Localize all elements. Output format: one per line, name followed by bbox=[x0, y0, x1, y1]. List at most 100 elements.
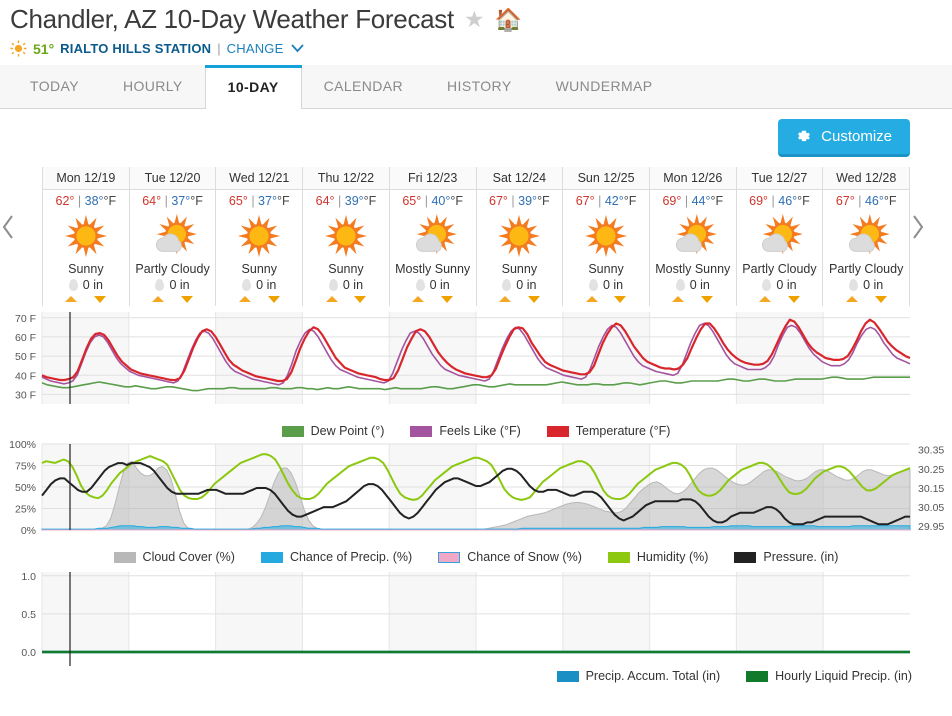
day-temps: 67° | 42°°F bbox=[575, 194, 637, 208]
day-precip-value: 0 in bbox=[342, 278, 364, 292]
day-temps: 67° | 46°°F bbox=[835, 194, 897, 208]
legend-swatch bbox=[410, 425, 433, 437]
day-temps: 69° | 44°°F bbox=[662, 194, 724, 208]
legend-item[interactable]: Pressure. (in) bbox=[734, 550, 838, 564]
conditions-chart-svg[interactable]: 0% 25% 50% 75% 100% 29.95 30.05 30.15 30.25 30.35 bbox=[0, 438, 952, 550]
tab-hourly[interactable]: HOURLY bbox=[101, 65, 205, 108]
day-column[interactable]: Sat 12/24 67° | 39°°F Sunny 0 in bbox=[476, 167, 564, 306]
legend-swatch bbox=[746, 670, 769, 682]
tab-history[interactable]: HISTORY bbox=[425, 65, 534, 108]
day-low: 46° bbox=[864, 194, 884, 208]
legend-label: Chance of Precip. (%) bbox=[289, 550, 413, 564]
day-high: 64° bbox=[142, 194, 162, 208]
chevron-down-icon[interactable] bbox=[291, 44, 305, 53]
tab-wundermap[interactable]: WUNDERMAP bbox=[534, 65, 675, 108]
sunset-icon bbox=[354, 296, 367, 303]
legend-label: Feels Like (°F) bbox=[439, 424, 521, 438]
day-column[interactable]: Tue 12/27 69° | 46°°F Partly Cloudy 0 in bbox=[736, 167, 824, 306]
droplet-icon bbox=[328, 279, 338, 291]
droplet-icon bbox=[675, 279, 685, 291]
legend-item[interactable]: Chance of Snow (%) bbox=[438, 550, 582, 564]
legend-item[interactable]: Feels Like (°F) bbox=[410, 424, 521, 438]
sunrise-icon bbox=[238, 296, 251, 302]
sunny-icon bbox=[216, 210, 302, 262]
precipitation-chart-legend: Precip. Accum. Total (in) Hourly Liquid P… bbox=[0, 669, 952, 683]
separator: | bbox=[217, 41, 221, 56]
next-days-button[interactable] bbox=[910, 213, 952, 261]
toolbar: Customize bbox=[0, 109, 952, 167]
day-name: Mon 12/26 bbox=[649, 167, 736, 190]
current-temperature: 51° bbox=[33, 40, 55, 57]
sunrise-icon bbox=[412, 296, 425, 302]
day-column[interactable]: Fri 12/23 65° | 40°°F Mostly Sunny 0 in bbox=[389, 167, 477, 306]
day-name: Mon 12/19 bbox=[43, 167, 129, 190]
day-name: Wed 12/28 bbox=[823, 167, 910, 190]
day-temps: 62° | 38°°F bbox=[55, 194, 117, 208]
tab-calendar[interactable]: CALENDAR bbox=[302, 65, 425, 108]
home-icon[interactable]: 🏠 bbox=[495, 8, 522, 31]
legend-swatch bbox=[113, 551, 136, 563]
title-row: Chandler, AZ 10-Day Weather Forecast ★ 🏠 bbox=[10, 4, 952, 35]
day-precip-value: 0 in bbox=[82, 278, 103, 292]
customize-button[interactable]: Customize bbox=[778, 119, 910, 157]
sunset-icon bbox=[180, 296, 193, 303]
legend-item[interactable]: Chance of Precip. (%) bbox=[260, 550, 413, 564]
day-precip: 0 in bbox=[737, 278, 823, 295]
station-name[interactable]: RIALTO HILLS STATION bbox=[60, 41, 211, 56]
day-precip-value: 0 in bbox=[602, 278, 624, 292]
precipitation-chart-svg[interactable]: 0.0 0.5 1.0 bbox=[0, 564, 952, 669]
day-column[interactable]: Wed 12/21 65° | 37°°F Sunny 0 in bbox=[216, 167, 304, 306]
tab-10-day[interactable]: 10-DAY bbox=[204, 65, 302, 109]
day-column[interactable]: Wed 12/28 67° | 46°°F Partly Cloudy 0 in bbox=[823, 167, 911, 306]
legend-item[interactable]: Dew Point (°) bbox=[281, 424, 384, 438]
temperature-chart-svg[interactable]: 30 F 40 F 50 F 60 F 70 F bbox=[0, 306, 952, 424]
sun-icon bbox=[10, 40, 27, 57]
droplet-icon bbox=[849, 279, 859, 291]
day-high: 64° bbox=[315, 194, 335, 208]
droplet-icon bbox=[502, 279, 512, 291]
sunset-icon bbox=[527, 296, 540, 303]
star-icon[interactable]: ★ bbox=[464, 8, 485, 31]
droplet-icon bbox=[155, 279, 165, 291]
legend-swatch bbox=[281, 425, 304, 437]
day-column[interactable]: Sun 12/25 67° | 42°°F Sunny 0 in bbox=[563, 167, 650, 306]
sunny-icon bbox=[477, 210, 563, 262]
legend-item[interactable]: Temperature (°F) bbox=[546, 424, 670, 438]
partly-cloudy-icon bbox=[823, 210, 909, 262]
day-high: 69° bbox=[749, 194, 769, 208]
svg-text:30.25: 30.25 bbox=[918, 464, 944, 476]
legend-item[interactable]: Humidity (%) bbox=[607, 550, 708, 564]
day-condition: Sunny bbox=[68, 262, 104, 276]
change-location-link[interactable]: CHANGE bbox=[227, 41, 284, 56]
sunset-icon bbox=[267, 296, 280, 303]
sunset-icon bbox=[441, 296, 454, 303]
day-column[interactable]: Tue 12/20 64° | 37°°F Partly Cloudy 0 in bbox=[129, 167, 217, 306]
sun-times bbox=[477, 295, 563, 306]
day-name: Wed 12/21 bbox=[216, 167, 303, 190]
day-column[interactable]: Mon 12/26 69° | 44°°F Mostly Sunny 0 in bbox=[649, 167, 737, 306]
day-column[interactable]: Mon 12/19 62° | 38°°F Sunny 0 in bbox=[43, 167, 130, 306]
day-temps: 65° | 40°°F bbox=[402, 194, 463, 208]
temperature-chart-legend: Dew Point (°) Feels Like (°F) Temperature … bbox=[0, 424, 952, 438]
day-column[interactable]: Thu 12/22 64° | 39°°F Sunny 0 in bbox=[303, 167, 390, 306]
tab-today[interactable]: TODAY bbox=[8, 65, 101, 108]
page-title: Chandler, AZ 10-Day Weather Forecast bbox=[10, 4, 454, 34]
droplet-icon bbox=[588, 279, 598, 291]
day-low: 44° bbox=[691, 194, 711, 208]
day-low: 38° bbox=[84, 194, 104, 208]
legend-item[interactable]: Hourly Liquid Precip. (in) bbox=[746, 669, 912, 683]
day-temps: 64° | 37°°F bbox=[142, 194, 203, 208]
legend-item[interactable]: Precip. Accum. Total (in) bbox=[556, 669, 720, 683]
droplet-icon bbox=[415, 279, 425, 291]
day-temps: 65° | 37°°F bbox=[228, 194, 290, 208]
legend-item[interactable]: Cloud Cover (%) bbox=[113, 550, 235, 564]
droplet-icon bbox=[68, 279, 78, 291]
legend-swatch bbox=[260, 551, 283, 563]
day-precip-value: 0 in bbox=[256, 278, 277, 292]
prev-days-button[interactable] bbox=[0, 213, 42, 261]
sunset-icon bbox=[874, 296, 887, 303]
sunrise-icon bbox=[65, 296, 78, 302]
day-high: 69° bbox=[662, 194, 682, 208]
conditions-chart-legend: Cloud Cover (%) Chance of Precip. (%) Chan… bbox=[0, 550, 952, 564]
sunrise-icon bbox=[498, 296, 511, 302]
